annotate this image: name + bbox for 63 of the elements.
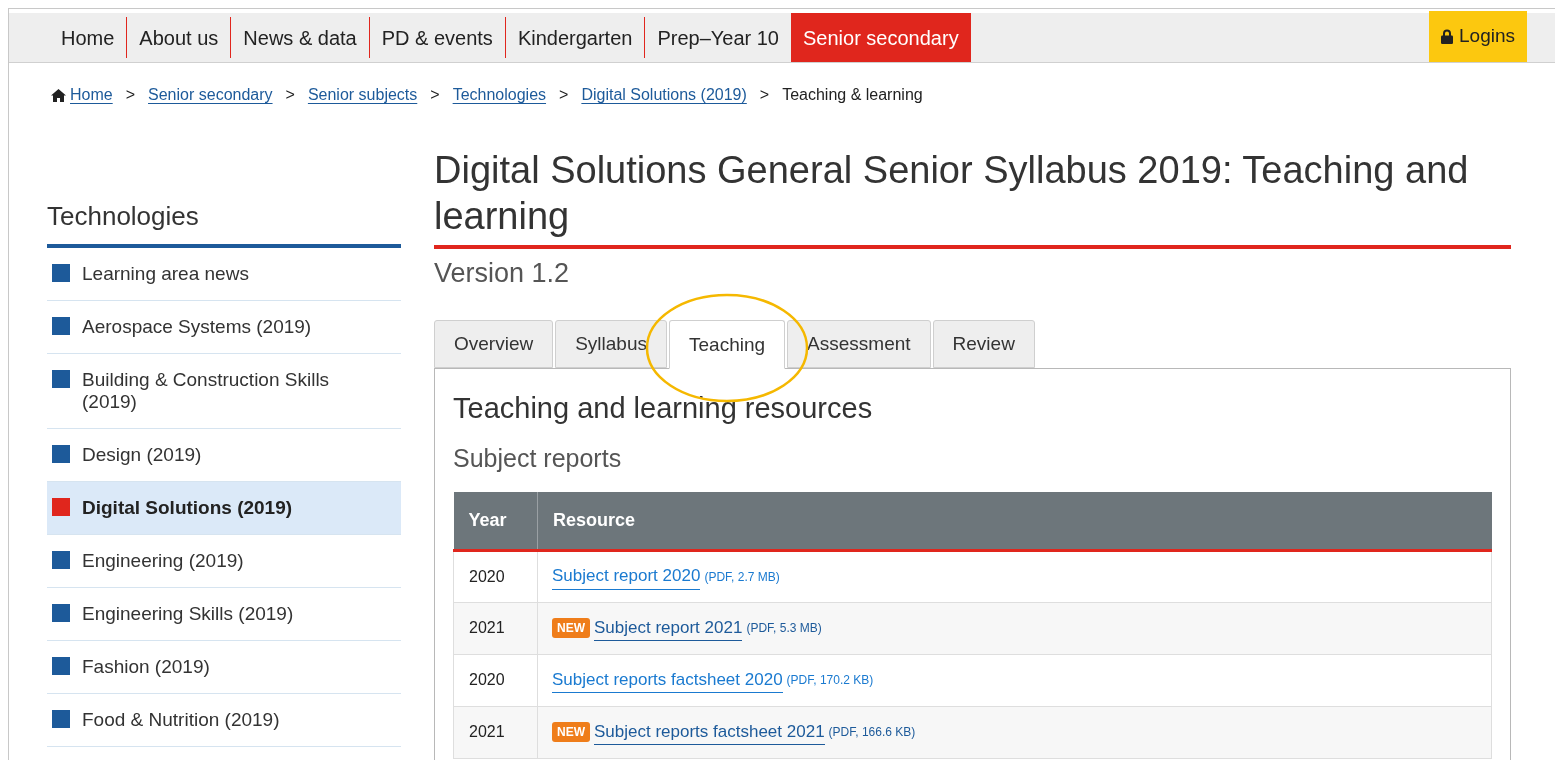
breadcrumb-link[interactable]: Technologies: [452, 83, 547, 107]
tab[interactable]: Review: [932, 319, 1035, 368]
breadcrumb-separator: >: [285, 85, 295, 105]
breadcrumb-link[interactable]: Home: [70, 83, 113, 107]
square-icon: [52, 551, 70, 569]
breadcrumb-separator: >: [125, 85, 136, 105]
sidebar-item[interactable]: Learning area news: [47, 248, 401, 301]
resource-link[interactable]: Subject reports factsheet 2020: [552, 666, 783, 694]
nav-tab[interactable]: Prep–Year 10: [645, 13, 791, 62]
sidebar-item[interactable]: Food & Nutrition (2019): [47, 694, 401, 747]
table-cell: 2021: [453, 706, 538, 758]
table-cell: 2020: [453, 654, 538, 706]
breadcrumb-link[interactable]: Senior subjects: [307, 83, 418, 107]
nav-tab[interactable]: News & data: [231, 13, 369, 62]
breadcrumb-current: Teaching & learning: [782, 85, 923, 105]
nav-tab[interactable]: PD & events: [369, 13, 505, 62]
tab[interactable]: Syllabus: [555, 319, 667, 368]
logins-button[interactable]: Logins: [1429, 11, 1527, 62]
lock-icon: [1441, 29, 1453, 44]
square-icon: [52, 370, 70, 388]
square-icon: [52, 604, 70, 622]
tab[interactable]: Teaching: [669, 319, 786, 369]
breadcrumb-link[interactable]: Digital Solutions (2019): [581, 83, 747, 107]
table-cell: 2020: [453, 550, 538, 602]
square-icon: [52, 710, 70, 728]
file-info: (PDF, 2.7 MB): [704, 568, 780, 586]
tab[interactable]: Overview: [434, 319, 554, 368]
sidebar-title: Technologies: [47, 197, 401, 248]
sidebar-item[interactable]: Engineering (2019): [47, 535, 401, 588]
tab[interactable]: Assessment: [787, 319, 931, 368]
square-icon: [52, 445, 70, 463]
breadcrumb-link[interactable]: Senior secondary: [148, 83, 273, 107]
breadcrumb-separator: >: [759, 85, 770, 105]
table-cell: 2021: [453, 602, 538, 654]
new-badge: NEW: [552, 722, 590, 742]
square-icon: [52, 317, 70, 335]
breadcrumb-separator: >: [430, 85, 440, 105]
sidebar-item[interactable]: Engineering Skills (2019): [47, 588, 401, 641]
file-info: (PDF, 170.2 KB): [786, 672, 874, 689]
version-label: Version 1.2: [434, 257, 571, 290]
sidebar-item[interactable]: Digital Solutions (2019): [47, 482, 401, 535]
square-icon: [52, 498, 70, 516]
square-icon: [52, 264, 70, 282]
column-header: Year: [453, 491, 538, 550]
page-title: Digital Solutions General Senior Syllabus 2019: Teaching and learning: [434, 147, 1511, 249]
section-heading: Teaching and learning resources: [453, 390, 874, 426]
square-icon: [52, 657, 70, 675]
subsection-heading: Subject reports: [453, 443, 623, 474]
nav-tab[interactable]: About us: [127, 13, 231, 62]
new-badge: NEW: [552, 618, 590, 638]
nav-tab[interactable]: Senior secondary: [791, 13, 971, 62]
breadcrumb-separator: >: [559, 85, 569, 105]
resource-link[interactable]: Subject reports factsheet 2021: [594, 718, 825, 746]
sidebar-item[interactable]: Aerospace Systems (2019): [47, 301, 401, 354]
home-icon: [51, 88, 66, 102]
resource-link[interactable]: Subject report 2020: [552, 563, 701, 590]
nav-tab[interactable]: Home: [49, 13, 127, 62]
file-info: (PDF, 166.6 KB): [828, 724, 916, 741]
resource-link[interactable]: Subject report 2021: [594, 614, 743, 642]
file-info: (PDF, 5.3 MB): [746, 620, 822, 637]
nav-tab[interactable]: Kindergarten: [505, 13, 645, 62]
sidebar-item[interactable]: Fashion (2019): [47, 641, 401, 694]
sidebar-item[interactable]: Building & Construction Skills (2019): [47, 354, 401, 429]
